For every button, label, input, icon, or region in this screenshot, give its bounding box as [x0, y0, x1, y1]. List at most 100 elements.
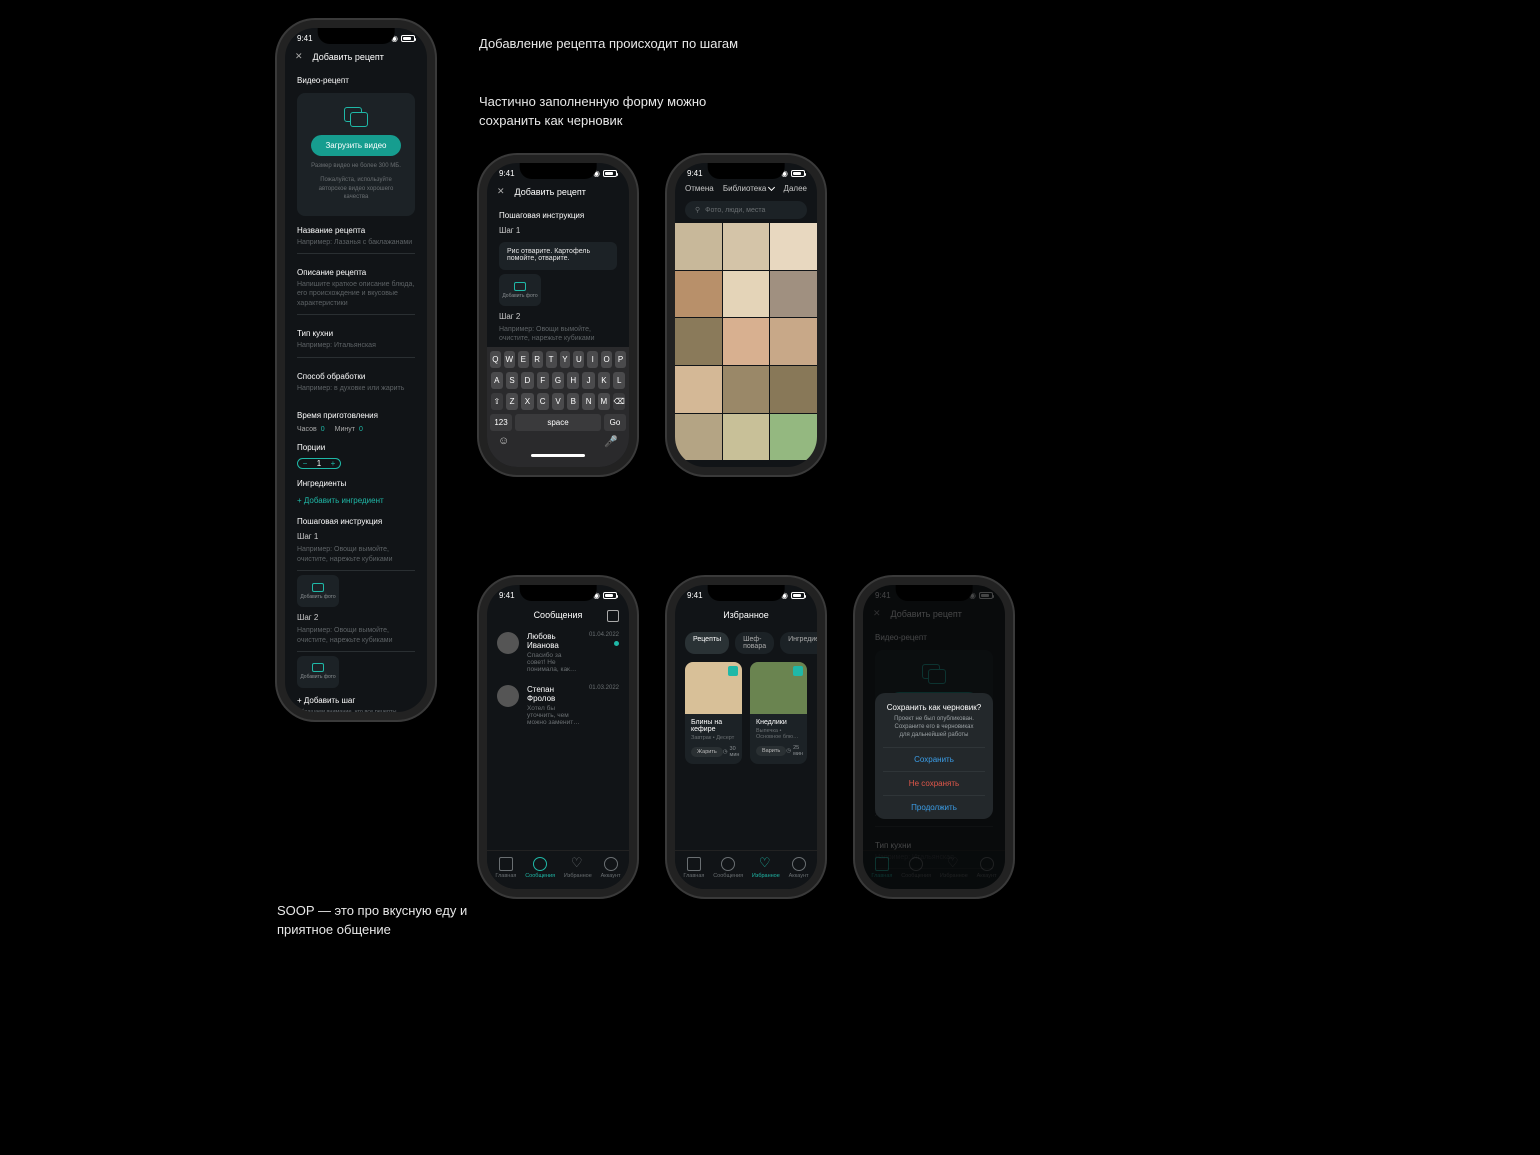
- add-photo-button[interactable]: Добавить фото: [499, 274, 541, 306]
- key-f[interactable]: F: [537, 372, 549, 389]
- cancel-button[interactable]: Отмена: [685, 184, 714, 193]
- close-button[interactable]: ✕: [497, 186, 505, 197]
- key-123[interactable]: 123: [490, 414, 512, 431]
- key-x[interactable]: X: [521, 393, 533, 410]
- recipe-name-label: Название рецепта: [297, 226, 415, 235]
- key-l[interactable]: L: [613, 372, 625, 389]
- tab-Избранное[interactable]: Избранное: [752, 857, 780, 879]
- photo-tile[interactable]: [770, 271, 817, 318]
- key-a[interactable]: A: [491, 372, 503, 389]
- recipe-name-input[interactable]: Например: Лазанья с баклажанами: [297, 238, 415, 254]
- segment-tab[interactable]: Рецепты: [685, 632, 729, 654]
- upload-video-button[interactable]: Загрузить видео: [311, 135, 400, 156]
- tab-icon: [499, 857, 513, 871]
- tab-Сообщения[interactable]: Сообщения: [713, 857, 743, 879]
- photo-tile[interactable]: [675, 318, 722, 365]
- key-w[interactable]: W: [504, 351, 515, 368]
- key-p[interactable]: P: [615, 351, 626, 368]
- ios-keyboard[interactable]: QWERTYUIOP ASDFGHJKL ⇧ZXCVBNM⌫ 123 space…: [487, 347, 629, 467]
- dialog-continue-button[interactable]: Продолжить: [883, 795, 985, 819]
- close-button[interactable]: ✕: [295, 51, 303, 62]
- bookmark-icon[interactable]: [793, 666, 803, 676]
- next-button[interactable]: Далее: [784, 184, 807, 193]
- add-photo-button-1[interactable]: Добавить фото: [297, 575, 339, 607]
- tab-Аккаунт[interactable]: Аккаунт: [601, 857, 621, 879]
- mic-button[interactable]: 🎤: [604, 435, 618, 448]
- tab-icon: [759, 857, 773, 871]
- dialog-dont-save-button[interactable]: Не сохранять: [883, 771, 985, 795]
- step-2-input[interactable]: Например: Овощи вымойте, очистите, нареж…: [297, 626, 415, 652]
- stepper-plus[interactable]: +: [326, 459, 340, 468]
- photo-tile[interactable]: [723, 366, 770, 413]
- emoji-button[interactable]: ☺: [498, 435, 509, 448]
- key-o[interactable]: O: [601, 351, 612, 368]
- step-1-textarea[interactable]: Рис отварите. Картофель помойте, отварит…: [499, 242, 617, 270]
- message-row[interactable]: Любовь Иванова Спасибо за совет! Не пони…: [487, 626, 629, 679]
- key-d[interactable]: D: [521, 372, 533, 389]
- search-input[interactable]: ⚲Фото, люди, места: [685, 201, 807, 219]
- photo-tile[interactable]: [675, 414, 722, 461]
- bookmark-icon[interactable]: [728, 666, 738, 676]
- portions-stepper[interactable]: − 1 +: [297, 458, 341, 469]
- tab-Сообщения[interactable]: Сообщения: [525, 857, 555, 879]
- key-z[interactable]: Z: [506, 393, 518, 410]
- home-indicator[interactable]: [531, 454, 585, 457]
- key-j[interactable]: J: [582, 372, 594, 389]
- photo-tile[interactable]: [770, 414, 817, 461]
- key-u[interactable]: U: [573, 351, 584, 368]
- photo-tile[interactable]: [723, 223, 770, 270]
- recipe-card[interactable]: Блины на кефире Завтрак • Десерт Жарить …: [685, 662, 742, 764]
- key-c[interactable]: C: [537, 393, 549, 410]
- tab-Аккаунт[interactable]: Аккаунт: [789, 857, 809, 879]
- photo-tile[interactable]: [723, 318, 770, 365]
- hours-value[interactable]: 0: [321, 426, 325, 433]
- key-q[interactable]: Q: [490, 351, 501, 368]
- minutes-value[interactable]: 0: [359, 426, 363, 433]
- tab-Главная[interactable]: Главная: [495, 857, 516, 879]
- key-space[interactable]: space: [515, 414, 601, 431]
- key-i[interactable]: I: [587, 351, 598, 368]
- key-g[interactable]: G: [552, 372, 564, 389]
- compose-icon[interactable]: [607, 610, 619, 622]
- add-step-link[interactable]: + Добавить шаг: [285, 692, 427, 709]
- library-dropdown[interactable]: Библиотека: [723, 184, 775, 193]
- cuisine-input[interactable]: Например: Итальянская: [297, 341, 415, 357]
- tab-Главная[interactable]: Главная: [683, 857, 704, 879]
- method-input[interactable]: Например: в духовке или жарить: [297, 384, 415, 399]
- key-s[interactable]: S: [506, 372, 518, 389]
- photo-tile[interactable]: [723, 271, 770, 318]
- segment-tab[interactable]: Ингредиенты: [780, 632, 817, 654]
- photo-tile[interactable]: [770, 318, 817, 365]
- key-n[interactable]: N: [582, 393, 594, 410]
- tab-Избранное[interactable]: Избранное: [564, 857, 592, 879]
- photo-tile[interactable]: [675, 223, 722, 270]
- segment-tab[interactable]: Шеф-повара: [735, 632, 774, 654]
- message-row[interactable]: Степан Фролов Хотел бы уточнить, чем мож…: [487, 679, 629, 732]
- key-⇧[interactable]: ⇧: [491, 393, 503, 410]
- photo-tile[interactable]: [723, 414, 770, 461]
- dialog-save-button[interactable]: Сохранить: [883, 747, 985, 771]
- key-h[interactable]: H: [567, 372, 579, 389]
- stepper-minus[interactable]: −: [298, 459, 312, 468]
- key-b[interactable]: B: [567, 393, 579, 410]
- key-v[interactable]: V: [552, 393, 564, 410]
- add-ingredient-link[interactable]: + Добавить ингредиент: [285, 492, 427, 509]
- key-go[interactable]: Go: [604, 414, 626, 431]
- key-e[interactable]: E: [518, 351, 529, 368]
- key-t[interactable]: T: [546, 351, 557, 368]
- add-photo-button-2[interactable]: Добавить фото: [297, 656, 339, 688]
- photo-tile[interactable]: [675, 366, 722, 413]
- phone-favorites: 9:41 ◉ Избранное РецептыШеф-повараИнгред…: [675, 585, 817, 889]
- step-1-input[interactable]: Например: Овощи вымойте, очистите, нареж…: [297, 545, 415, 571]
- photo-tile[interactable]: [770, 223, 817, 270]
- upload-video-box[interactable]: Загрузить видео Размер видео не более 30…: [297, 93, 415, 216]
- recipe-card[interactable]: Кнедлики Выпечка • Основное блю… Варить …: [750, 662, 807, 764]
- photo-tile[interactable]: [770, 366, 817, 413]
- photo-tile[interactable]: [675, 271, 722, 318]
- key-m[interactable]: M: [598, 393, 610, 410]
- recipe-desc-input[interactable]: Напишите краткое описание блюда, его про…: [297, 280, 415, 315]
- key-⌫[interactable]: ⌫: [613, 393, 625, 410]
- key-k[interactable]: K: [598, 372, 610, 389]
- key-y[interactable]: Y: [560, 351, 571, 368]
- key-r[interactable]: R: [532, 351, 543, 368]
